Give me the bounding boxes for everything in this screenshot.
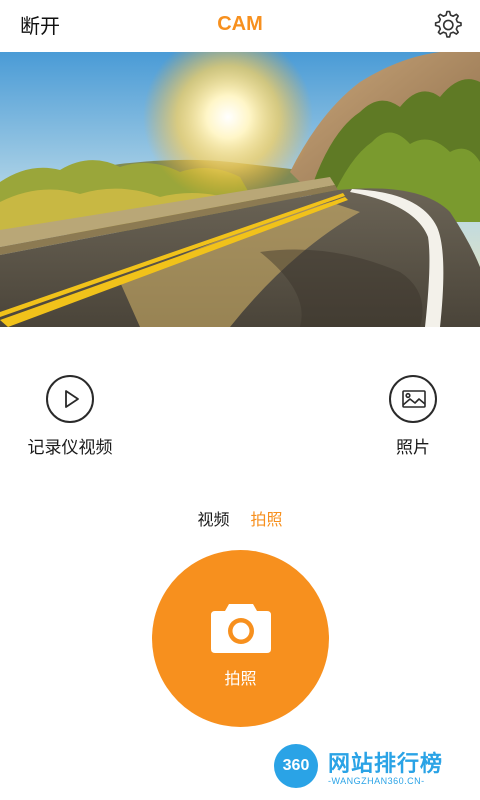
site-watermark: 360 网站排行榜 -WANGZHAN360.CN- — [270, 740, 475, 796]
photos-label: 照片 — [396, 438, 430, 458]
camera-icon — [211, 604, 271, 653]
watermark-title: 网站排行榜 — [328, 752, 444, 777]
gear-icon — [434, 10, 462, 38]
image-icon — [389, 375, 437, 423]
recorder-video-label: 记录仪视频 — [27, 438, 113, 458]
road-photo — [0, 52, 480, 327]
watermark-badge: 360 — [274, 744, 318, 788]
top-bar: 断开 CAM — [0, 0, 480, 52]
app-screen: 断开 CAM 记录仪视频 照片 视频 拍照 拍照 360 网站排行榜 -WANG… — [0, 0, 480, 800]
app-title: CAM — [217, 13, 263, 35]
shutter-button[interactable]: 拍照 — [152, 550, 329, 727]
camera-preview[interactable] — [0, 52, 480, 327]
photos-button[interactable]: 照片 — [363, 375, 463, 458]
capture-mode-tabs: 视频 拍照 — [0, 506, 480, 530]
settings-button[interactable] — [430, 8, 464, 42]
tab-video[interactable]: 视频 — [197, 506, 229, 530]
watermark-subtitle: -WANGZHAN360.CN- — [328, 776, 425, 786]
play-icon — [46, 375, 94, 423]
shutter-label: 拍照 — [224, 669, 257, 688]
recorder-video-button[interactable]: 记录仪视频 — [20, 375, 120, 458]
tab-photo[interactable]: 拍照 — [251, 506, 283, 530]
